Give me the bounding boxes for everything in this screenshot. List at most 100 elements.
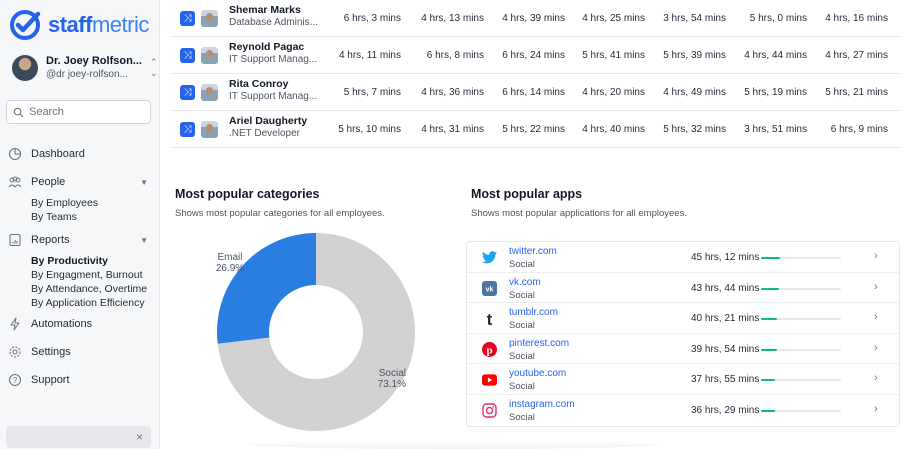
usage-bar — [761, 318, 841, 321]
gear-icon — [9, 346, 21, 358]
app-category: Social — [509, 259, 535, 270]
app-category: Social — [509, 289, 535, 301]
employee-name: Ariel Daugherty — [229, 115, 308, 127]
apps-list: twitter.com Social 45 hrs, 12 mins › vk … — [466, 241, 900, 427]
employee-name: Reynold Pagac — [229, 41, 305, 53]
app-name[interactable]: tumblr.com — [509, 307, 558, 319]
employee-role: .NET Developer — [229, 128, 300, 140]
search-input[interactable] — [29, 106, 139, 118]
app-time: 43 hrs, 44 mins — [691, 282, 760, 294]
time-cell: 3 hrs, 51 mins — [744, 124, 807, 135]
usage-bar-fill — [761, 318, 777, 321]
app-name[interactable]: instagram.com — [509, 399, 575, 411]
chevron-right-icon[interactable]: › — [874, 311, 878, 323]
pinterest-icon: p — [482, 341, 497, 357]
time-cell: 4 hrs, 16 mins — [825, 13, 888, 24]
employee-role: IT Support Manag... — [229, 91, 318, 103]
app-name[interactable]: twitter.com — [509, 246, 557, 258]
usage-bar — [761, 348, 841, 351]
time-cell: 5 hrs, 10 mins — [338, 124, 401, 135]
time-cell: 5 hrs, 41 mins — [582, 50, 645, 61]
slice-label-email: Email — [217, 252, 242, 263]
usage-bar-fill — [761, 287, 779, 290]
time-cell: 6 hrs, 3 mins — [343, 13, 401, 24]
close-icon[interactable]: × — [136, 430, 143, 444]
app-name[interactable]: vk.com — [509, 277, 541, 289]
time-cell: 6 hrs, 14 mins — [502, 87, 565, 98]
table-row[interactable]: ⤨ Reynold Pagac IT Support Manag... 4 hrs… — [171, 37, 900, 74]
sidebar-item-reports[interactable]: Reports ▼ — [0, 226, 160, 254]
shuffle-icon[interactable]: ⤨ — [180, 11, 195, 26]
sidebar-item-label: Support — [31, 374, 70, 386]
slice-value-email: 26.9% — [216, 263, 244, 274]
sidebar-subitem-by-productivity[interactable]: By Productivity — [0, 254, 160, 268]
app-name[interactable]: youtube.com — [509, 368, 566, 380]
svg-text:t: t — [487, 311, 493, 326]
caret-down-icon: ▼ — [140, 177, 148, 187]
search-box[interactable] — [6, 100, 151, 124]
list-item[interactable]: vk vk.com Social 43 hrs, 44 mins › — [467, 273, 899, 304]
list-item[interactable]: p pinterest.com Social 39 hrs, 54 mins › — [467, 334, 899, 365]
time-cell: 5 hrs, 22 mins — [502, 124, 565, 135]
slice-label-social: Social — [379, 368, 406, 379]
table-row[interactable]: ⤨ Ariel Daugherty .NET Developer 5 hrs, 1… — [171, 111, 900, 148]
time-cell: 4 hrs, 49 mins — [663, 87, 726, 98]
dashboard-icon — [8, 147, 22, 161]
time-cell: 4 hrs, 20 mins — [582, 87, 645, 98]
categories-title: Most popular categories — [175, 187, 320, 201]
slice-value-social: 73.1% — [378, 379, 406, 390]
sidebar-item-automations[interactable]: Automations — [0, 310, 160, 338]
chevron-right-icon[interactable]: › — [874, 372, 878, 384]
employee-name: Shemar Marks — [229, 4, 301, 16]
logo-text: staffmetric — [48, 12, 149, 37]
shuffle-icon[interactable]: ⤨ — [180, 48, 195, 63]
table-row[interactable]: ⤨ Rita Conroy IT Support Manag... 5 hrs, … — [171, 74, 900, 111]
list-item[interactable]: youtube.com Social 37 hrs, 55 mins › — [467, 364, 899, 395]
sidebar-item-label: People — [31, 176, 66, 188]
sidebar-item-support[interactable]: ? Support — [0, 366, 160, 394]
svg-text:?: ? — [13, 376, 18, 385]
twitter-icon — [482, 250, 497, 265]
donut-slice-email[interactable] — [217, 233, 316, 344]
time-cell: 5 hrs, 19 mins — [744, 87, 807, 98]
tumblr-icon: t — [482, 311, 497, 326]
avatar — [201, 84, 218, 101]
chevron-right-icon[interactable]: › — [874, 342, 878, 354]
avatar — [201, 121, 218, 138]
app-name[interactable]: pinterest.com — [509, 338, 569, 350]
chevron-right-icon[interactable]: › — [874, 281, 878, 293]
time-cell: 5 hrs, 0 mins — [749, 13, 807, 24]
app-category: Social — [509, 350, 535, 362]
chevron-right-icon[interactable]: › — [874, 250, 878, 262]
bottom-shadow — [250, 440, 660, 449]
chevron-right-icon[interactable]: › — [874, 403, 878, 415]
user-name: Dr. Joey Rolfson... — [46, 55, 142, 68]
sidebar-subitem-by-attendance[interactable]: By Attendance, Overtime — [0, 282, 160, 296]
sidebar-subitem-by-engagement[interactable]: By Engagment, Burnout — [0, 268, 160, 282]
shuffle-icon[interactable]: ⤨ — [180, 85, 195, 100]
time-cell: 4 hrs, 27 mins — [825, 50, 888, 61]
user-switcher[interactable]: Dr. Joey Rolfson... @dr joey-rolfson... … — [12, 52, 158, 84]
usage-bar — [761, 379, 841, 382]
time-cell: 4 hrs, 25 mins — [582, 13, 645, 24]
usage-bar-fill — [761, 409, 776, 412]
app-category: Social — [509, 381, 535, 393]
table-row[interactable]: ⤨ Shemar Marks Database Adminis... 6 hrs,… — [171, 0, 900, 37]
sidebar-item-dashboard[interactable]: Dashboard — [0, 140, 160, 168]
employee-role: IT Support Manag... — [229, 54, 318, 66]
logo[interactable]: staffmetric — [8, 8, 149, 42]
logo-check-icon — [10, 10, 41, 40]
apps-title: Most popular apps — [471, 187, 583, 201]
app-time: 36 hrs, 29 mins — [691, 404, 760, 416]
sidebar: staffmetric Dr. Joey Rolfson... @dr joey… — [0, 0, 160, 449]
sidebar-subitem-by-employees[interactable]: By Employees — [0, 196, 160, 210]
sidebar-item-settings[interactable]: Settings — [0, 338, 160, 366]
categories-subtitle: Shows most popular categories for all em… — [175, 208, 385, 219]
list-item[interactable]: t tumblr.com Social 40 hrs, 21 mins › — [467, 303, 899, 334]
list-item[interactable]: twitter.com Social 45 hrs, 12 mins › — [467, 242, 899, 273]
shuffle-icon[interactable]: ⤨ — [180, 122, 195, 137]
sidebar-subitem-by-teams[interactable]: By Teams — [0, 210, 160, 224]
sidebar-subitem-by-application-efficiency[interactable]: By Application Efficiency — [0, 296, 160, 310]
list-item[interactable]: instagram.com Social 36 hrs, 29 mins › — [467, 395, 899, 426]
sidebar-item-people[interactable]: People ▼ — [0, 168, 160, 196]
